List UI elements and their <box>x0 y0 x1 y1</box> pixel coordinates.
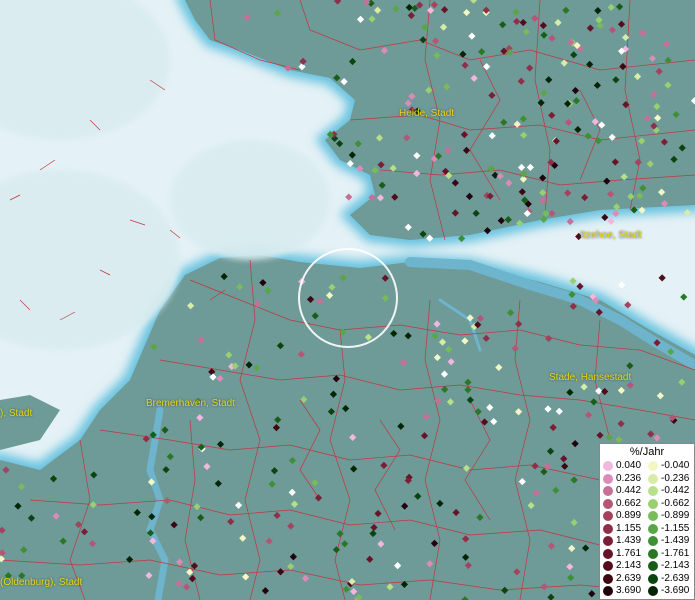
legend-value: -0.662 <box>661 497 690 509</box>
legend-swatch <box>648 523 658 534</box>
legend-swatch <box>648 548 658 559</box>
legend-value: 2.143 <box>616 560 642 571</box>
legend-value: -2.639 <box>661 572 690 584</box>
legend-swatch <box>603 486 613 496</box>
legend-value: -1.761 <box>661 547 690 559</box>
legend-value: 0.040 <box>616 460 642 471</box>
legend-title: %/Jahr <box>629 446 665 458</box>
legend-swatch <box>648 511 658 521</box>
legend-value: -3.690 <box>661 585 690 596</box>
legend-swatch <box>603 523 613 534</box>
city-label-left-edge: ), Stadt <box>0 408 33 419</box>
legend-value: 1.439 <box>616 535 642 546</box>
map-legend: %/Jahr 0.040 0.236 0.442 0.662 0.899 1.155 1.4… <box>599 443 695 600</box>
map-canvas[interactable] <box>0 0 695 600</box>
legend-value: 2.639 <box>616 572 642 584</box>
city-label-oldenburg: (Oldenburg), Stadt <box>0 577 83 588</box>
legend-swatch <box>648 473 658 484</box>
city-label-heide: Heide, Stadt <box>399 108 455 119</box>
legend-swatch <box>603 548 613 559</box>
city-label-bremerhaven: Bremerhaven, Stadt <box>146 398 235 409</box>
legend-swatch <box>603 586 613 596</box>
legend-value: 3.690 <box>616 585 642 596</box>
legend-value: -0.040 <box>661 460 690 471</box>
legend-value: -1.439 <box>661 535 690 546</box>
legend-swatch <box>648 498 658 509</box>
legend-swatch <box>648 461 658 471</box>
legend-swatch <box>603 536 613 546</box>
legend-swatch <box>603 498 613 509</box>
legend-swatch <box>648 536 658 546</box>
legend-value: 1.155 <box>616 522 642 534</box>
legend-swatch <box>603 461 613 471</box>
legend-value: -1.155 <box>661 522 690 534</box>
legend-value: 0.662 <box>616 497 642 509</box>
legend-value: 0.899 <box>616 510 642 521</box>
legend-value: -2.143 <box>661 560 690 571</box>
legend-swatch <box>648 586 658 596</box>
city-label-stade: Stade, Hansestadt <box>549 372 632 383</box>
city-label-itzehoe: Itzehoe, Stadt <box>580 230 642 241</box>
legend-value: -0.899 <box>661 510 690 521</box>
legend-swatch <box>603 473 613 484</box>
legend-value: 0.236 <box>616 472 642 484</box>
legend-value: 0.442 <box>616 485 642 496</box>
legend-swatch <box>603 511 613 521</box>
legend-swatch <box>603 573 613 584</box>
legend-swatch <box>648 561 658 571</box>
legend-swatch <box>648 573 658 584</box>
legend-swatch <box>603 561 613 571</box>
legend-value: 1.761 <box>616 547 642 559</box>
legend-value: -0.442 <box>661 485 690 496</box>
legend-swatch <box>648 486 658 496</box>
legend-value: -0.236 <box>661 472 690 484</box>
